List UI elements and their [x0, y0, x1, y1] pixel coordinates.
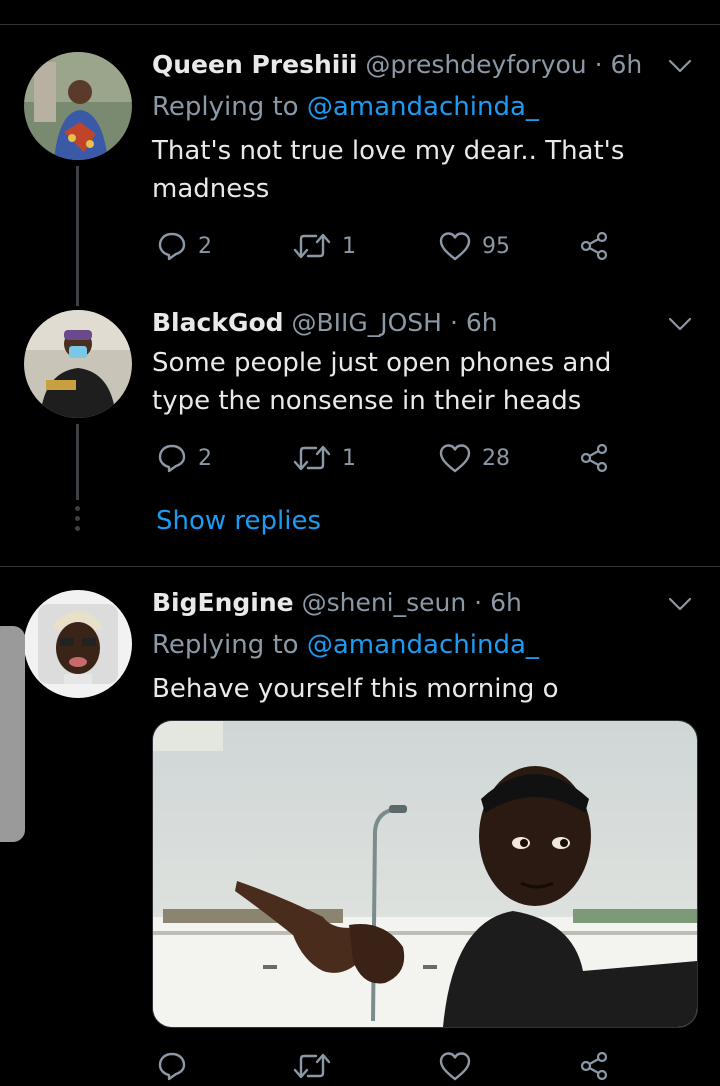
tweet-header: BlackGod @BIIG_JOSH · 6h	[152, 306, 498, 340]
action-bar	[152, 1046, 622, 1086]
retweet-icon	[293, 233, 331, 259]
avatar[interactable]	[24, 310, 132, 418]
user-handle[interactable]: @BIIG_JOSH	[291, 308, 442, 337]
reply-icon	[158, 444, 186, 473]
like-icon	[439, 232, 471, 261]
timestamp: · 6h	[594, 50, 643, 79]
display-name[interactable]: BigEngine	[152, 588, 294, 617]
like-count: 95	[482, 233, 510, 259]
share-button[interactable]	[578, 1046, 610, 1086]
like-button[interactable]: 28	[438, 438, 510, 478]
retweet-button[interactable]: 1	[292, 438, 356, 478]
chevron-down-icon[interactable]	[666, 310, 694, 338]
user-handle[interactable]: @preshdeyforyou	[365, 50, 586, 79]
display-name[interactable]: Queen Preshiii	[152, 50, 357, 79]
timestamp: · 6h	[474, 588, 522, 617]
retweet-count: 1	[342, 233, 356, 259]
like-icon	[439, 1052, 471, 1081]
avatar[interactable]	[24, 590, 132, 698]
share-icon	[580, 1051, 608, 1081]
chevron-down-icon[interactable]	[666, 590, 694, 618]
share-icon	[580, 443, 608, 473]
retweet-icon	[293, 445, 331, 471]
retweet-button[interactable]	[292, 1046, 332, 1086]
thread-line	[76, 424, 79, 500]
replying-to: Replying to @amandachinda_	[152, 90, 539, 124]
share-icon	[580, 231, 608, 261]
like-button[interactable]	[438, 1046, 472, 1086]
tweet-header: BigEngine @sheni_seun · 6h	[152, 586, 522, 620]
retweet-button[interactable]: 1	[292, 226, 356, 266]
action-bar: 2 1 95	[152, 226, 622, 266]
thread-divider	[0, 566, 720, 567]
tweet-text: That's not true love my dear.. That's ma…	[152, 136, 625, 204]
reply-count: 2	[198, 445, 212, 471]
mention-link[interactable]: @amandachinda_	[307, 92, 539, 122]
show-replies-link[interactable]: Show replies	[156, 504, 321, 538]
replying-prefix: Replying to	[152, 92, 299, 122]
reply-count: 2	[198, 233, 212, 259]
edge-panel-handle[interactable]	[0, 626, 25, 842]
user-handle[interactable]: @sheni_seun	[302, 588, 467, 617]
thread-dots	[75, 506, 81, 536]
reply-button[interactable]: 2	[156, 226, 212, 266]
top-divider	[0, 24, 720, 25]
retweet-count: 1	[342, 445, 356, 471]
timestamp: · 6h	[449, 308, 498, 337]
like-count: 28	[482, 445, 510, 471]
reply-icon	[158, 232, 186, 261]
display-name[interactable]: BlackGod	[152, 308, 284, 337]
share-button[interactable]	[578, 438, 610, 478]
reply-button[interactable]	[156, 1046, 188, 1086]
mention-link[interactable]: @amandachinda_	[307, 630, 539, 660]
tweet-media-image[interactable]	[152, 720, 698, 1028]
thread-line	[76, 166, 79, 306]
retweet-icon	[293, 1053, 331, 1079]
tweet-text: Some people just open phones and type th…	[152, 348, 612, 416]
action-bar: 2 1 28	[152, 438, 622, 478]
tweet-text: Behave yourself this morning o	[152, 674, 559, 704]
replying-to: Replying to @amandachinda_	[152, 628, 539, 662]
replying-prefix: Replying to	[152, 630, 299, 660]
reply-icon	[158, 1052, 186, 1081]
like-icon	[439, 444, 471, 473]
share-button[interactable]	[578, 226, 610, 266]
reply-button[interactable]: 2	[156, 438, 212, 478]
like-button[interactable]: 95	[438, 226, 510, 266]
tweet-header: Queen Preshiii @preshdeyforyou · 6h	[152, 48, 642, 82]
avatar[interactable]	[24, 52, 132, 160]
chevron-down-icon[interactable]	[666, 52, 694, 80]
